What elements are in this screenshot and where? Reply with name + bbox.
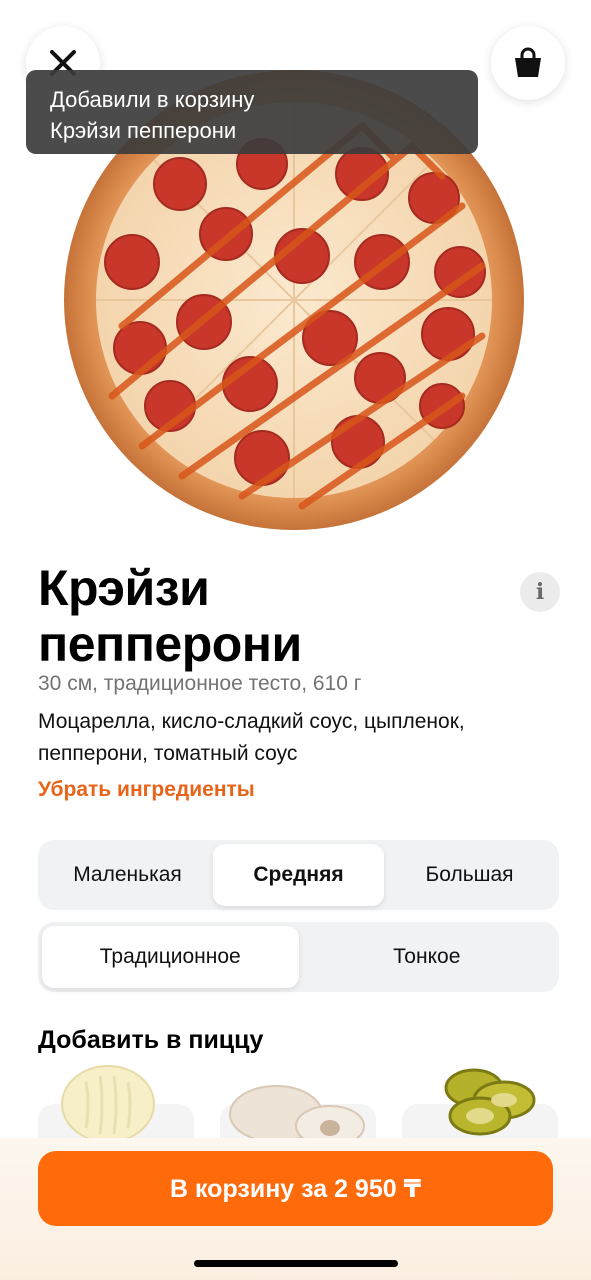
size-option-small[interactable]: Маленькая <box>42 844 213 906</box>
product-title-line-2: пепперони <box>38 616 302 672</box>
added-to-cart-toast: Добавили в корзину Крэйзи пепперони <box>26 70 478 154</box>
info-button[interactable]: i <box>520 572 560 612</box>
info-icon: i <box>535 579 545 605</box>
dough-option-thin[interactable]: Тонкое <box>299 926 556 988</box>
mushrooms-image <box>229 1085 365 1140</box>
home-indicator <box>194 1260 398 1267</box>
remove-ingredients-link[interactable]: Убрать ингредиенты <box>38 778 255 802</box>
toast-line-2: Крэйзи пепперони <box>50 118 237 143</box>
dough-selector: Традиционное Тонкое <box>38 922 559 992</box>
toast-line-1: Добавили в корзину <box>50 87 255 112</box>
product-title-line-1: Крэйзи <box>38 560 210 616</box>
product-title: Крэйзи пепперони <box>38 560 478 672</box>
dough-option-traditional[interactable]: Традиционное <box>42 926 299 988</box>
product-description: Моцарелла, кисло-сладкий соус, цыпленок,… <box>38 710 465 765</box>
add-to-cart-button[interactable]: В корзину за 2 950 ₸ <box>38 1151 553 1226</box>
size-option-large[interactable]: Большая <box>384 844 555 906</box>
jalapeno-image <box>444 1068 536 1136</box>
product-subtitle: 30 см, традиционное тесто, 610 г <box>38 672 362 695</box>
cheese-image <box>61 1065 155 1143</box>
size-selector: Маленькая Средняя Большая <box>38 840 559 910</box>
add-toppings-title: Добавить в пиццу <box>38 1026 264 1054</box>
size-option-medium[interactable]: Средняя <box>213 844 384 906</box>
